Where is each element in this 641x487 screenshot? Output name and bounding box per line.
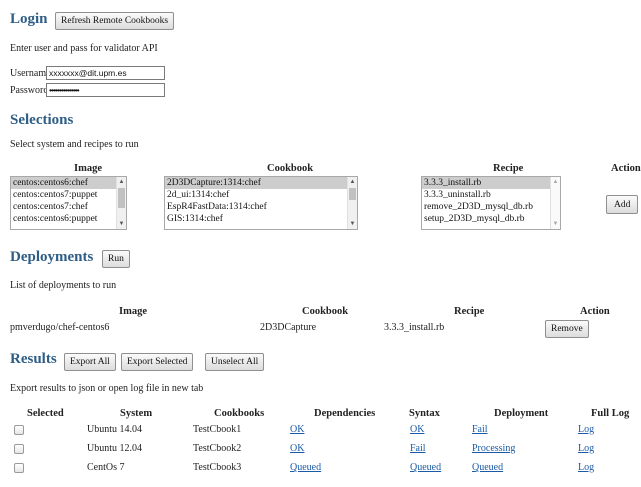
deployment-cookbook-header: Cookbook xyxy=(302,306,349,317)
export-all-button[interactable]: Export All xyxy=(64,353,116,371)
deployment-image: pmverdugo/chef-centos6 xyxy=(10,322,110,333)
select-result-checkbox[interactable] xyxy=(14,463,24,473)
result-deployment-link[interactable]: Processing xyxy=(472,443,515,454)
result-syntax-link[interactable]: Fail xyxy=(410,443,426,454)
deployments-instruction: List of deployments to run xyxy=(10,280,117,291)
image-select-scrollbar[interactable]: ▲ ▼ xyxy=(116,177,126,229)
export-selected-button[interactable]: Export Selected xyxy=(121,353,194,371)
cookbook-option[interactable]: 2d_ui:1314:chef xyxy=(165,189,357,201)
cookbook-column-header: Cookbook xyxy=(267,163,314,174)
action-column-header: Action xyxy=(611,163,641,174)
result-log-link[interactable]: Log xyxy=(578,462,594,473)
recipe-option[interactable]: remove_2D3D_mysql_db.rb xyxy=(422,201,560,213)
results-system-header: System xyxy=(120,408,153,419)
deployment-action-header: Action xyxy=(580,306,610,317)
results-dependencies-header: Dependencies xyxy=(314,408,376,419)
result-syntax-link[interactable]: OK xyxy=(410,424,424,435)
result-log-link[interactable]: Log xyxy=(578,443,594,454)
select-result-checkbox[interactable] xyxy=(14,425,24,435)
result-deployment-link[interactable]: Fail xyxy=(472,424,488,435)
result-deployment-link[interactable]: Queued xyxy=(472,462,503,473)
result-system: CentOs 7 xyxy=(87,462,125,473)
image-option[interactable]: centos:centos6:chef xyxy=(11,177,126,189)
result-log-link[interactable]: Log xyxy=(578,424,594,435)
run-button[interactable]: Run xyxy=(102,250,130,268)
username-field[interactable]: xxxxxxx@dit.upm.es xyxy=(46,66,165,80)
unselect-all-button[interactable]: Unselect All xyxy=(205,353,265,371)
result-syntax-link[interactable]: Queued xyxy=(410,462,441,473)
deployment-image-header: Image xyxy=(119,306,147,317)
recipe-select[interactable]: 3.3.3_install.rb 3.3.3_uninstall.rb remo… xyxy=(421,176,561,230)
deployments-heading: Deployments xyxy=(10,249,94,265)
result-cookbook: TestCbook2 xyxy=(193,443,242,454)
results-syntax-header: Syntax xyxy=(409,408,440,419)
login-heading: Login xyxy=(10,11,48,27)
results-cookbooks-header: Cookbooks xyxy=(214,408,265,419)
cookbook-select[interactable]: 2D3DCapture:1314:chef 2d_ui:1314:chef Es… xyxy=(164,176,358,230)
cookbook-option[interactable]: EspR4FastData:1314:chef xyxy=(165,201,357,213)
password-field[interactable]: ••••••••••••••• xyxy=(46,83,165,97)
scroll-up-arrow-icon[interactable]: ▲ xyxy=(551,177,560,187)
image-column-header: Image xyxy=(74,163,102,174)
deployment-recipe-header: Recipe xyxy=(454,306,485,317)
select-result-checkbox[interactable] xyxy=(14,444,24,454)
results-full-log-header: Full Log xyxy=(591,408,630,419)
scroll-thumb[interactable] xyxy=(118,188,125,208)
refresh-remote-cookbooks-button[interactable]: Refresh Remote Cookbooks xyxy=(55,12,175,30)
recipe-option[interactable]: 3.3.3_install.rb xyxy=(422,177,550,189)
results-selected-header: Selected xyxy=(27,408,64,419)
recipe-select-scrollbar[interactable]: ▲ ▼ xyxy=(550,177,560,229)
login-instruction: Enter user and pass for validator API xyxy=(10,43,158,54)
password-label: Password: xyxy=(10,85,52,96)
add-button[interactable]: Add xyxy=(606,195,639,214)
recipe-option[interactable]: 3.3.3_uninstall.rb xyxy=(422,189,560,201)
image-select[interactable]: centos:centos6:chef centos:centos7:puppe… xyxy=(10,176,127,230)
cookbook-option[interactable]: 2D3DCapture:1314:chef xyxy=(165,177,357,189)
result-dependencies-link[interactable]: OK xyxy=(290,443,304,454)
cookbook-select-scrollbar[interactable]: ▲ ▼ xyxy=(347,177,357,229)
deployment-recipe: 3.3.3_install.rb xyxy=(384,322,445,333)
remove-deployment-button[interactable]: Remove xyxy=(545,320,589,338)
image-option[interactable]: centos:centos7:puppet xyxy=(11,189,126,201)
recipe-option[interactable]: setup_2D3D_mysql_db.rb xyxy=(422,213,560,225)
scroll-up-arrow-icon[interactable]: ▲ xyxy=(117,177,126,187)
result-dependencies-link[interactable]: Queued xyxy=(290,462,321,473)
scroll-down-arrow-icon[interactable]: ▼ xyxy=(117,219,126,229)
results-instruction: Export results to json or open log file … xyxy=(10,383,204,394)
scroll-down-arrow-icon[interactable]: ▼ xyxy=(551,219,560,229)
result-cookbook: TestCbook3 xyxy=(193,462,242,473)
selections-instruction: Select system and recipes to run xyxy=(10,139,139,150)
image-option[interactable]: centos:centos7:chef xyxy=(11,201,126,213)
result-system: Ubuntu 14.04 xyxy=(87,424,142,435)
scroll-up-arrow-icon[interactable]: ▲ xyxy=(348,177,357,187)
result-system: Ubuntu 12.04 xyxy=(87,443,142,454)
result-cookbook: TestCbook1 xyxy=(193,424,242,435)
results-heading: Results xyxy=(10,351,57,367)
cookbook-option[interactable]: GIS:1314:chef xyxy=(165,213,357,225)
scroll-down-arrow-icon[interactable]: ▼ xyxy=(348,219,357,229)
result-dependencies-link[interactable]: OK xyxy=(290,424,304,435)
image-option[interactable]: centos:centos6:puppet xyxy=(11,213,126,225)
results-deployment-header: Deployment xyxy=(494,408,549,419)
selections-heading: Selections xyxy=(10,112,74,128)
recipe-column-header: Recipe xyxy=(493,163,524,174)
scroll-thumb[interactable] xyxy=(349,188,356,200)
deployment-cookbook: 2D3DCapture xyxy=(260,322,317,333)
